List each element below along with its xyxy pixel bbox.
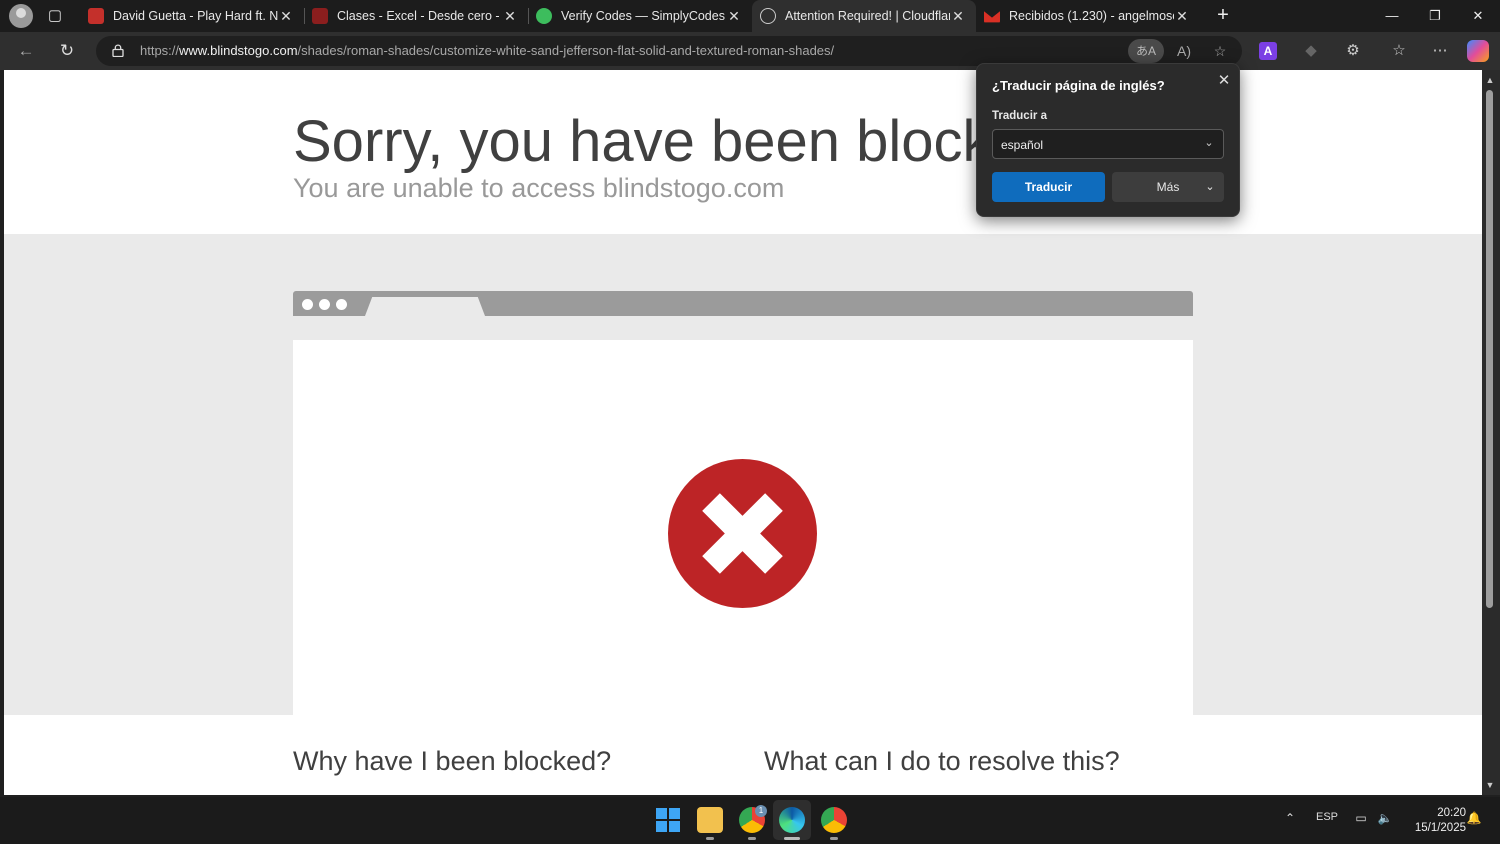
volume-icon[interactable]: 🔈 [1376, 811, 1394, 825]
scroll-up-icon[interactable]: ▲ [1484, 74, 1496, 86]
favorites-icon[interactable]: ☆ [1388, 40, 1410, 62]
more-menu-icon[interactable]: ⋯ [1429, 40, 1451, 62]
clock[interactable]: 20:20 15/1/2025 [1400, 806, 1466, 836]
tab-strip: ▢ David Guetta - Play Hard ft. Ne-Yo ✕ C… [0, 0, 1500, 32]
chrome-profile-icon[interactable] [821, 807, 847, 833]
new-tab-button[interactable]: + [1212, 4, 1234, 28]
close-tab-icon[interactable]: ✕ [502, 8, 518, 24]
tab-simplycodes[interactable]: Verify Codes — SimplyCodes ✕ [528, 0, 752, 32]
language-indicator[interactable]: ESP [1313, 811, 1341, 823]
address-bar[interactable]: https://www.blindstogo.com/shades/roman-… [96, 36, 1242, 66]
extensions-icon[interactable]: ⚙ [1342, 40, 1364, 62]
youtube-icon [88, 8, 104, 24]
error-x-icon [668, 459, 817, 608]
resolve-heading: What can I do to resolve this? [764, 746, 1120, 776]
tab-cloudflare[interactable]: Attention Required! | Cloudflare ✕ [752, 0, 976, 32]
file-explorer-icon[interactable] [697, 807, 723, 833]
dot-icon [336, 299, 347, 310]
simplycodes-icon [536, 8, 552, 24]
translate-title: ¿Traducir página de inglés? [992, 78, 1165, 93]
globe-icon [760, 8, 776, 24]
tab-title: Clases - Excel - Desde cero - Clase [337, 9, 502, 23]
close-icon[interactable]: ✕ [1215, 72, 1233, 90]
close-tab-icon[interactable]: ✕ [950, 8, 966, 24]
tab-title: Verify Codes — SimplyCodes [561, 9, 725, 23]
why-blocked-heading: Why have I been blocked? [293, 746, 612, 776]
translate-button[interactable]: Traducir [992, 172, 1105, 202]
excel-course-icon [312, 8, 328, 24]
close-tab-icon[interactable]: ✕ [278, 8, 294, 24]
illustration-tab [365, 297, 485, 316]
tab-youtube[interactable]: David Guetta - Play Hard ft. Ne-Yo ✕ [80, 0, 304, 32]
network-icon[interactable]: ▭ [1352, 811, 1370, 825]
tab-title: Attention Required! | Cloudflare [785, 9, 950, 23]
edge-icon[interactable] [779, 807, 805, 833]
back-button[interactable]: ← [14, 39, 38, 63]
gmail-icon [984, 11, 1000, 23]
refresh-button[interactable]: ↻ [55, 39, 79, 63]
tab-excel[interactable]: Clases - Excel - Desde cero - Clase ✕ [304, 0, 528, 32]
chevron-down-icon: ⌄ [1204, 137, 1214, 149]
close-window-button[interactable]: ✕ [1456, 0, 1500, 32]
browser-illustration-bar [293, 291, 1193, 316]
page-header: Sorry, you have been blocked You are una… [4, 70, 1482, 234]
info-section: Why have I been blocked? What can I do t… [4, 715, 1482, 795]
restore-button[interactable]: ❐ [1413, 0, 1457, 32]
language-select[interactable]: español ⌄ [992, 129, 1224, 159]
tab-title: Recibidos (1.230) - angelmoscardo [1009, 9, 1174, 23]
extension-puzzle-icon[interactable]: ◆ [1300, 40, 1322, 62]
profile-avatar[interactable] [9, 4, 33, 28]
chevron-up-icon[interactable]: ⌃ [1282, 811, 1298, 825]
more-options-button[interactable]: Más ⌄ [1112, 172, 1224, 202]
notification-bell-icon[interactable]: 🔔 [1466, 811, 1482, 825]
dot-icon [319, 299, 330, 310]
translate-to-label: Traducir a [992, 110, 1047, 122]
tab-title: David Guetta - Play Hard ft. Ne-Yo [113, 9, 278, 23]
chrome-badge: 1 [755, 805, 767, 817]
read-aloud-icon[interactable]: A) [1173, 41, 1195, 61]
toolbar: ← ↻ https://www.blindstogo.com/shades/ro… [0, 32, 1500, 70]
date: 15/1/2025 [1414, 822, 1466, 834]
page-subtitle: You are unable to access blindstogo.com [293, 173, 785, 203]
time: 20:20 [1437, 807, 1466, 819]
translate-popup: ¿Traducir página de inglés? ✕ Traducir a… [976, 63, 1240, 217]
favorite-star-icon[interactable]: ☆ [1209, 41, 1231, 61]
windows-start-icon[interactable] [655, 807, 681, 833]
scroll-down-icon[interactable]: ▼ [1484, 779, 1496, 791]
copilot-icon[interactable] [1467, 40, 1489, 62]
lock-icon[interactable] [112, 44, 124, 57]
minimize-button[interactable]: — [1370, 0, 1414, 32]
taskbar: 1 ⌃ ESP ▭ 🔈 20:20 15/1/2025 🔔 [0, 797, 1500, 844]
page-title: Sorry, you have been blocked [293, 109, 1057, 174]
close-tab-icon[interactable]: ✕ [726, 8, 742, 24]
browser-illustration-body [293, 340, 1193, 720]
scrollbar[interactable]: ▲ ▼ [1482, 70, 1500, 795]
extension-a-icon[interactable]: A [1259, 42, 1277, 60]
language-value: español [1001, 138, 1044, 152]
translate-icon[interactable]: あA [1128, 39, 1164, 63]
dot-icon [302, 299, 313, 310]
scroll-thumb[interactable] [1486, 90, 1493, 608]
tab-gmail[interactable]: Recibidos (1.230) - angelmoscardo ✕ [976, 0, 1200, 32]
tab-actions-icon[interactable]: ▢ [44, 5, 66, 27]
web-page: Sorry, you have been blocked You are una… [4, 70, 1482, 795]
url-text[interactable]: https://www.blindstogo.com/shades/roman-… [140, 43, 834, 58]
chevron-down-icon: ⌄ [1205, 181, 1215, 193]
close-tab-icon[interactable]: ✕ [1174, 8, 1190, 24]
more-label: Más [1156, 180, 1180, 194]
